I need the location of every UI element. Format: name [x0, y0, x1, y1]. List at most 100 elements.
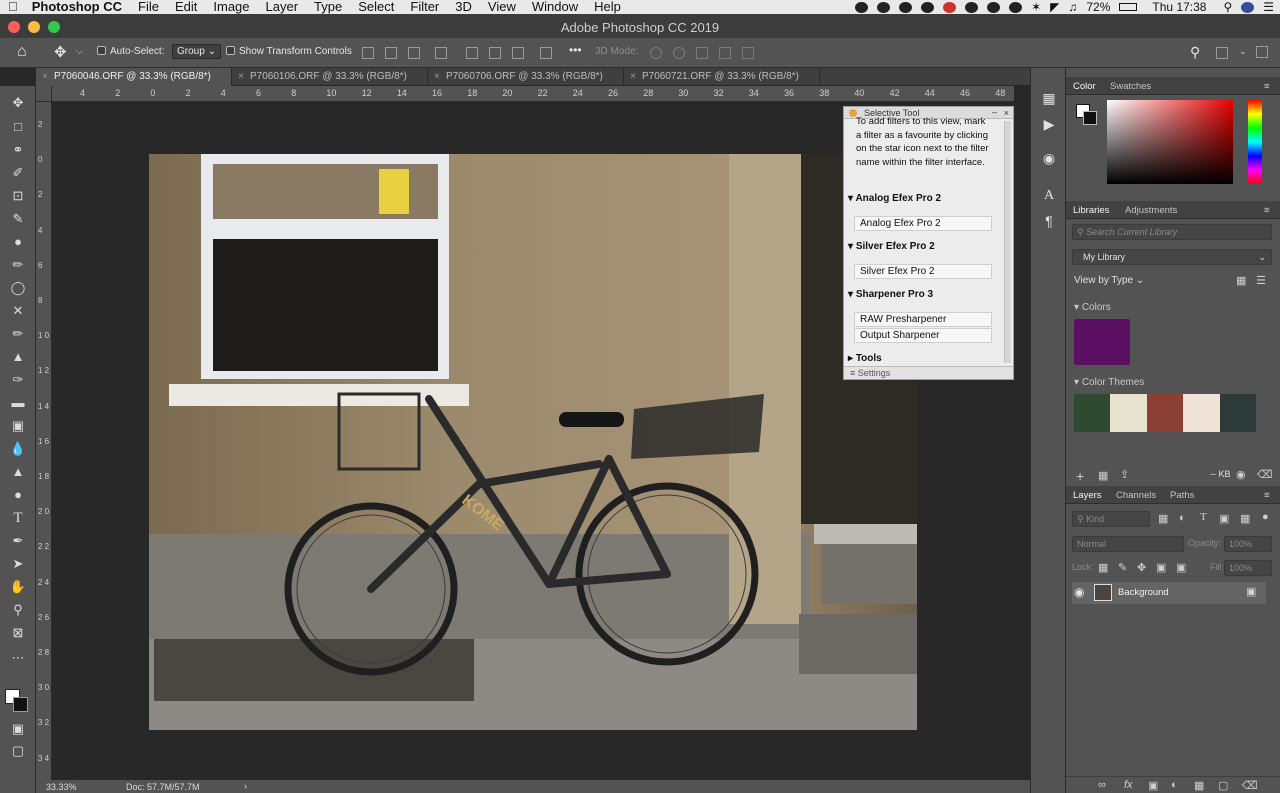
align-bottom-icon[interactable] [512, 47, 524, 59]
filter-adjustment-icon[interactable]: ◐ [1179, 512, 1186, 524]
menu-view[interactable]: View [480, 0, 524, 14]
new-layer-icon[interactable]: ▢ [1218, 779, 1228, 792]
wifi-icon[interactable]: ◤ [1050, 0, 1059, 14]
dodge-tool-icon[interactable]: ● [9, 486, 27, 504]
creative-cloud-icon[interactable] [899, 1, 913, 13]
auto-select-checkbox[interactable]: Auto-Select: [97, 46, 164, 57]
close-tab-icon[interactable]: × [434, 71, 440, 82]
tab-paths[interactable]: Paths [1170, 490, 1194, 501]
search-icon[interactable]: ⚲ [1190, 44, 1200, 61]
lock-all-icon[interactable]: ▣ [1176, 561, 1186, 574]
menu-filter[interactable]: Filter [402, 0, 447, 14]
battery-percent[interactable]: 72% [1086, 0, 1110, 14]
lock-image-icon[interactable]: ✎ [1118, 561, 1127, 574]
filter-shape-icon[interactable]: ▣ [1219, 512, 1229, 525]
eye-visibility-icon[interactable]: ◉ [1074, 585, 1084, 599]
marquee-tool-icon[interactable]: □ [9, 118, 27, 136]
path-select-tool-icon[interactable]: ➤ [9, 555, 27, 573]
moon-icon[interactable] [855, 1, 869, 13]
hue-slider[interactable] [1248, 100, 1262, 184]
plugin-panel-icon[interactable]: ◉ [1041, 150, 1057, 166]
blur-tool-icon[interactable]: 💧 [9, 440, 27, 458]
background-color-swatch[interactable] [13, 697, 28, 712]
lock-artboard-icon[interactable]: ▣ [1156, 561, 1166, 574]
align-top-icon[interactable] [466, 47, 478, 59]
tab-libraries[interactable]: Libraries [1073, 205, 1109, 216]
tab-document-4[interactable]: × P7060721.ORF @ 33.3% (RGB/8*) [624, 68, 820, 86]
filter-toggle-icon[interactable]: ● [1262, 511, 1269, 523]
tool-preset-chevron-icon[interactable]: ⌵ [76, 46, 83, 57]
distribute-icon[interactable] [435, 47, 447, 59]
paragraph-panel-icon[interactable]: ¶ [1041, 213, 1057, 229]
library-select[interactable]: My Library ⌄ [1072, 249, 1272, 265]
dropbox-icon[interactable] [877, 1, 891, 13]
tab-document-1[interactable]: × P7060046.ORF @ 33.3% (RGB/8*) [36, 68, 232, 86]
sharpen-tool-icon[interactable]: ▲ [9, 463, 27, 481]
auto-select-dropdown[interactable]: Group ⌄ [172, 44, 221, 59]
crop-tool-icon[interactable]: ⊡ [9, 187, 27, 205]
menu-file[interactable]: File [130, 0, 167, 14]
menu-edit[interactable]: Edit [167, 0, 205, 14]
gradient-tool-icon[interactable]: ▣ [9, 417, 27, 435]
section-tools[interactable]: ▸ Tools [848, 353, 1000, 364]
library-search-input[interactable]: ⚲ Search Current Library [1072, 224, 1272, 240]
art-history-brush-tool-icon[interactable]: ✑ [9, 371, 27, 389]
apple-icon[interactable]:  [0, 0, 26, 14]
filter-pixel-icon[interactable]: ▦ [1158, 512, 1168, 525]
s-red-app-icon[interactable] [943, 1, 957, 13]
panel-menu-icon[interactable]: ≡ [1264, 490, 1270, 501]
tab-document-3[interactable]: × P7060706.ORF @ 33.3% (RGB/8*) [428, 68, 624, 86]
quick-select-tool-icon[interactable]: ✐ [9, 164, 27, 182]
fill-field[interactable]: 100% [1224, 560, 1272, 576]
home-icon[interactable]: ⌂ [17, 43, 27, 61]
workspace-icon[interactable] [1216, 47, 1228, 59]
lock-transparent-icon[interactable]: ▦ [1098, 561, 1108, 574]
trash-icon[interactable]: ⌫ [1257, 468, 1273, 481]
share-icon[interactable] [1256, 46, 1268, 58]
3d-pan-icon[interactable] [696, 47, 708, 59]
spotlight-icon[interactable]: ⚲ [1223, 0, 1232, 14]
ruler-origin[interactable] [36, 86, 52, 102]
3d-orbit-icon[interactable] [650, 47, 662, 59]
menu-layer[interactable]: Layer [258, 0, 307, 14]
hand-tool-icon[interactable]: ✋ [9, 578, 27, 596]
type-tool-icon[interactable]: T [9, 509, 27, 527]
play-icon[interactable]: ▶ [1041, 116, 1057, 132]
menu-select[interactable]: Select [350, 0, 402, 14]
vertical-ruler[interactable]: 2 0 2 4 6 8 1 0 1 2 1 4 1 6 1 8 2 0 2 2 2 4 2 6 2 8 3 0 3… [36, 102, 52, 780]
close-panel-icon[interactable]: × [1004, 107, 1009, 119]
3d-scale-icon[interactable] [742, 47, 754, 59]
color-picker-field[interactable] [1107, 100, 1233, 184]
tab-color[interactable]: Color [1073, 81, 1096, 92]
history-brush-tool-icon[interactable]: ✕ [9, 302, 27, 320]
section-analog-efex[interactable]: ▾ Analog Efex Pro 2 [848, 193, 1000, 204]
lasso-tool-icon[interactable]: ⚭ [9, 141, 27, 159]
align-vcenter-icon[interactable] [489, 47, 501, 59]
grid-view-icon[interactable]: ▦ [1236, 274, 1246, 287]
screen-mode-icon[interactable]: ▢ [9, 742, 27, 760]
tab-document-2[interactable]: × P7060106.ORF @ 33.3% (RGB/8*) [232, 68, 428, 86]
background-swatch[interactable] [1083, 111, 1097, 125]
time-machine-icon[interactable] [1009, 1, 1023, 13]
notification-center-icon[interactable]: ☰ [1263, 0, 1274, 14]
eject-icon[interactable] [987, 1, 1001, 13]
filter-smart-object-icon[interactable]: ▦ [1240, 512, 1250, 525]
section-silver-efex[interactable]: ▾ Silver Efex Pro 2 [848, 241, 1000, 252]
3d-roll-icon[interactable] [673, 47, 685, 59]
siri-icon[interactable] [1241, 1, 1255, 13]
align-right-icon[interactable] [408, 47, 420, 59]
minimize-panel-icon[interactable]: – [992, 106, 997, 118]
zoom-level[interactable]: 33.33% [46, 782, 77, 792]
new-folder-icon[interactable]: ▦ [1098, 469, 1108, 482]
raw-presharpener-button[interactable]: RAW Presharpener [854, 312, 992, 327]
opacity-field[interactable]: 100% [1224, 536, 1272, 552]
cloud-upload-icon[interactable] [965, 1, 979, 13]
show-transform-checkbox[interactable]: Show Transform Controls [226, 46, 352, 57]
add-element-icon[interactable]: + [1076, 468, 1084, 484]
library-color-swatch[interactable] [1074, 319, 1130, 365]
blend-mode-select[interactable]: Normal [1072, 536, 1184, 552]
move-tool-icon[interactable]: ✥ [54, 43, 67, 61]
edit-toolbar-icon[interactable]: ⋯ [9, 649, 27, 667]
distribute-vertical-icon[interactable] [540, 47, 552, 59]
menu-help[interactable]: Help [586, 0, 629, 14]
